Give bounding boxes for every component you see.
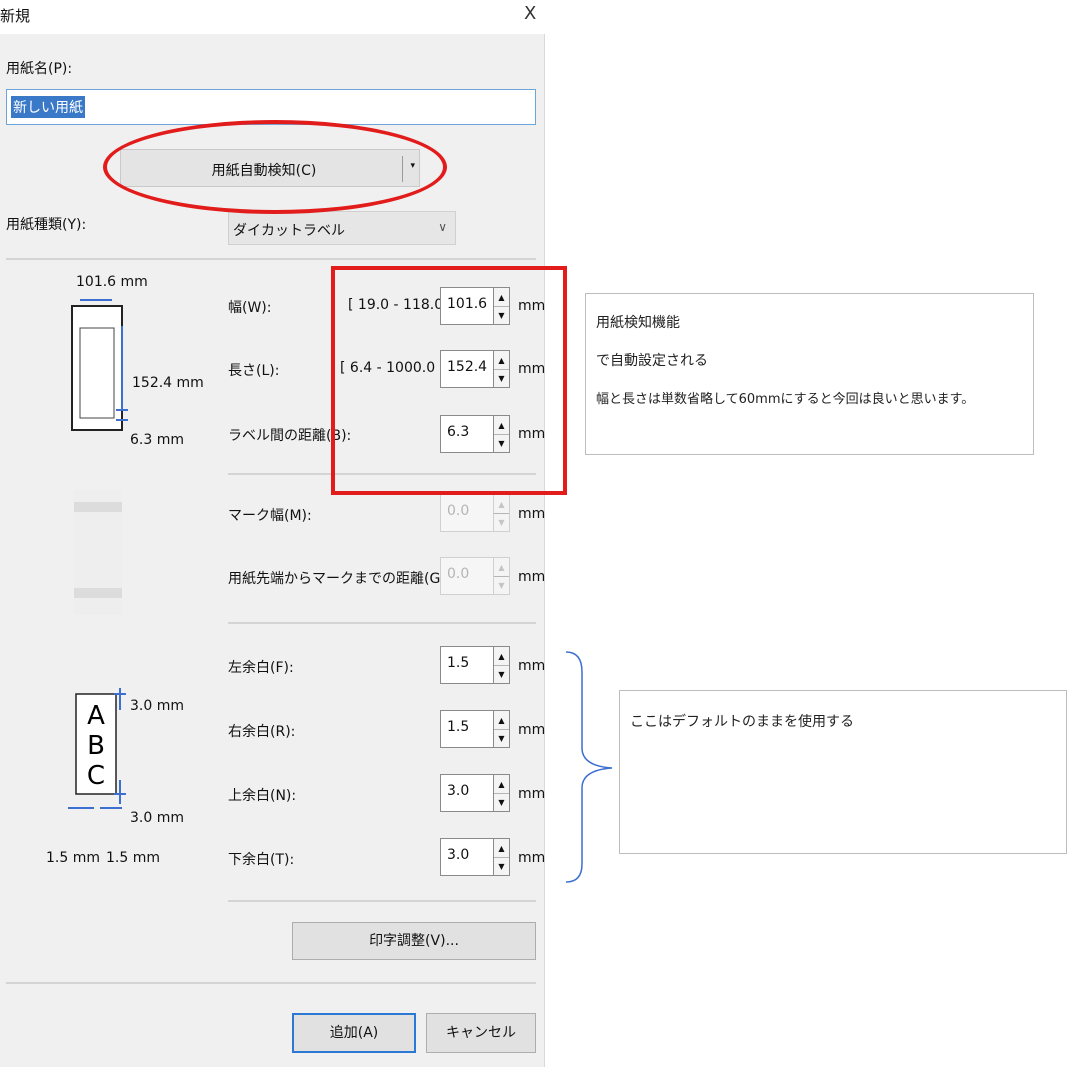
left-margin-label: 左余白(F): xyxy=(228,660,294,676)
note-line-2: で自動設定される xyxy=(596,353,708,369)
divider xyxy=(6,982,536,984)
mark-distance-value: 0.0 xyxy=(447,566,470,582)
mark-distance-unit: mm xyxy=(518,569,546,585)
note-default-text: ここはデフォルトのままを使用する xyxy=(630,714,854,730)
gap-dim-text: 6.3 mm xyxy=(130,432,184,448)
length-label: 長さ(L): xyxy=(228,363,280,379)
top-margin-value: 3.0 xyxy=(447,783,470,799)
up-arrow-icon[interactable]: ▲ xyxy=(494,648,509,666)
paper-type-label: 用紙種類(Y): xyxy=(6,217,87,233)
top-margin-label: 上余白(N): xyxy=(228,788,297,804)
auto-detect-highlight-ellipse xyxy=(103,120,447,214)
title-bar: 新規 X xyxy=(0,0,545,34)
left-margin-unit: mm xyxy=(518,658,546,674)
paper-type-select[interactable]: ダイカットラベル ∨ xyxy=(228,211,456,245)
length-dim-text: 152.4 mm xyxy=(132,375,204,391)
bottom-margin-input[interactable]: 3.0 xyxy=(440,838,494,876)
up-arrow-icon: ▲ xyxy=(494,496,509,514)
top-margin-dim-text: 3.0 mm xyxy=(130,698,184,714)
width-dim-text: 101.6 mm xyxy=(76,274,148,290)
mark-preview xyxy=(74,490,122,615)
top-margin-input[interactable]: 3.0 xyxy=(440,774,494,812)
size-fields-highlight-box xyxy=(331,266,567,495)
dialog-title: 新規 xyxy=(0,7,31,25)
bottom-margin-label: 下余白(T): xyxy=(228,852,295,868)
divider xyxy=(228,900,536,902)
close-icon[interactable]: X xyxy=(524,3,536,24)
margin-preview: A B C xyxy=(68,688,126,809)
mark-width-label: マーク幅(M): xyxy=(228,508,312,524)
down-arrow-icon[interactable]: ▼ xyxy=(494,858,509,875)
up-arrow-icon: ▲ xyxy=(494,559,509,577)
left-margin-input[interactable]: 1.5 xyxy=(440,646,494,684)
paper-name-value: 新しい用紙 xyxy=(11,96,85,118)
down-arrow-icon: ▼ xyxy=(498,581,505,590)
right-margin-dim-text: 1.5 mm xyxy=(106,850,160,866)
add-button[interactable]: 追加(A) xyxy=(292,1013,416,1053)
margin-brace xyxy=(565,651,613,883)
mark-width-input: 0.0 xyxy=(440,494,494,532)
up-arrow-icon[interactable]: ▲ xyxy=(494,776,509,794)
bottom-margin-dim-text: 3.0 mm xyxy=(130,810,184,826)
letter-a: A xyxy=(87,701,105,731)
letter-b: B xyxy=(87,731,105,761)
down-arrow-icon: ▼ xyxy=(498,518,505,527)
top-margin-stepper[interactable]: 3.0 ▲ ▼ xyxy=(440,774,510,812)
down-arrow-icon[interactable]: ▼ xyxy=(494,666,509,683)
right-margin-value: 1.5 xyxy=(447,719,470,735)
down-arrow-icon[interactable]: ▼ xyxy=(494,794,509,811)
note-line-3: 幅と長さは単数省略して60mmにすると今回は良いと思います。 xyxy=(596,392,975,407)
top-margin-unit: mm xyxy=(518,786,546,802)
divider xyxy=(6,258,536,260)
bottom-margin-stepper[interactable]: 3.0 ▲ ▼ xyxy=(440,838,510,876)
bottom-margin-unit: mm xyxy=(518,850,546,866)
right-margin-unit: mm xyxy=(518,722,546,738)
divider xyxy=(228,622,536,624)
left-margin-value: 1.5 xyxy=(447,655,470,671)
mark-distance-stepper: 0.0 ▲ ▼ xyxy=(440,557,510,595)
right-margin-input[interactable]: 1.5 xyxy=(440,710,494,748)
bottom-margin-value: 3.0 xyxy=(447,847,470,863)
left-margin-stepper[interactable]: 1.5 ▲ ▼ xyxy=(440,646,510,684)
right-margin-label: 右余白(R): xyxy=(228,724,296,740)
letter-c: C xyxy=(87,761,105,791)
width-label: 幅(W): xyxy=(228,300,272,316)
mark-width-stepper: 0.0 ▲ ▼ xyxy=(440,494,510,532)
left-margin-dim-text: 1.5 mm xyxy=(46,850,100,866)
chevron-down-icon: ∨ xyxy=(438,220,447,234)
label-inner xyxy=(79,327,115,419)
up-arrow-icon[interactable]: ▲ xyxy=(494,712,509,730)
print-adjust-button[interactable]: 印字調整(V)... xyxy=(292,922,536,960)
note-line-1: 用紙検知機能 xyxy=(596,315,680,331)
paper-name-label: 用紙名(P): xyxy=(6,61,73,77)
note-auto-setting: 用紙検知機能 で自動設定される 幅と長さは単数省略して60mmにすると今回は良い… xyxy=(585,293,1034,455)
right-margin-stepper[interactable]: 1.5 ▲ ▼ xyxy=(440,710,510,748)
mark-width-unit: mm xyxy=(518,506,546,522)
down-arrow-icon[interactable]: ▼ xyxy=(494,730,509,747)
up-arrow-icon[interactable]: ▲ xyxy=(494,840,509,858)
mark-width-value: 0.0 xyxy=(447,503,470,519)
mark-distance-input: 0.0 xyxy=(440,557,494,595)
paper-type-value: ダイカットラベル xyxy=(233,223,345,239)
mark-distance-label: 用紙先端からマークまでの距離(G): xyxy=(228,571,451,587)
note-default-margins: ここはデフォルトのままを使用する xyxy=(619,690,1067,854)
cancel-button[interactable]: キャンセル xyxy=(426,1013,536,1053)
label-size-preview xyxy=(71,299,128,431)
